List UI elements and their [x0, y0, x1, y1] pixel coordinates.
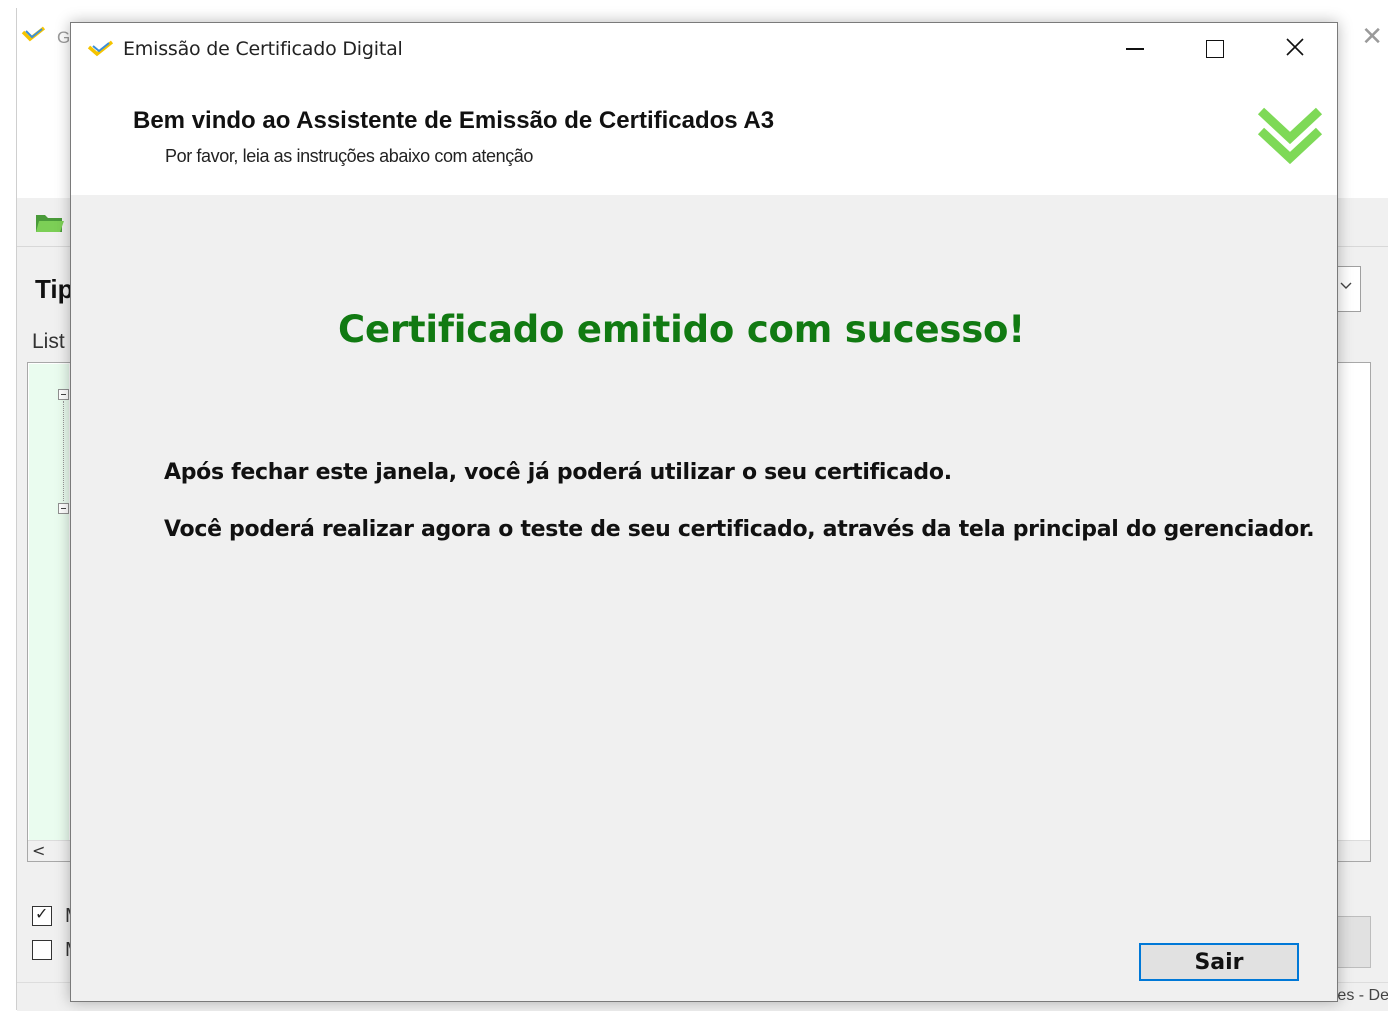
maximize-button[interactable]	[1175, 23, 1255, 75]
dialog-titlebar[interactable]: Emissão de Certificado Digital	[71, 23, 1337, 75]
minimize-button[interactable]	[1095, 23, 1175, 75]
wizard-subtitle: Por favor, leia as instruções abaixo com…	[165, 146, 534, 166]
background-list-label: List	[32, 330, 65, 353]
chevron-down-icon	[1340, 279, 1352, 293]
background-window-title: G	[57, 28, 71, 47]
app-check-icon	[87, 40, 115, 63]
tree-collapse-toggle[interactable]	[58, 503, 69, 514]
instruction-text: Após fechar este janela, você já poderá …	[164, 460, 952, 485]
dialog-title: Emissão de Certificado Digital	[123, 38, 403, 60]
exit-button[interactable]: Sair	[1139, 943, 1299, 981]
background-checkbox-unchecked[interactable]	[32, 940, 52, 960]
tree-collapse-toggle[interactable]	[58, 389, 69, 400]
background-close-icon[interactable]: ✕	[1361, 22, 1383, 52]
app-check-icon	[21, 26, 47, 49]
double-chevron-logo-icon	[1257, 105, 1323, 172]
close-button[interactable]	[1255, 23, 1335, 75]
wizard-title: Bem vindo ao Assistente de Emissão de Ce…	[133, 107, 775, 134]
tree-connector-line	[63, 401, 64, 501]
success-message: Certificado emitido com sucesso!	[338, 308, 1025, 351]
scroll-left-icon[interactable]: <	[32, 841, 45, 860]
minimize-icon	[1126, 48, 1144, 50]
certificate-dialog: Emissão de Certificado Digital Bem vindo…	[70, 22, 1338, 1002]
wizard-header: Bem vindo ao Assistente de Emissão de Ce…	[71, 75, 1337, 195]
background-checkbox-checked[interactable]: ✓	[32, 904, 52, 926]
close-icon	[1286, 37, 1304, 61]
instruction-text: Você poderá realizar agora o teste de se…	[164, 517, 1315, 542]
checkmark-icon: ✓	[35, 904, 49, 923]
background-heading: Tip	[35, 274, 74, 304]
folder-open-icon[interactable]	[35, 212, 65, 239]
maximize-icon	[1206, 40, 1224, 58]
